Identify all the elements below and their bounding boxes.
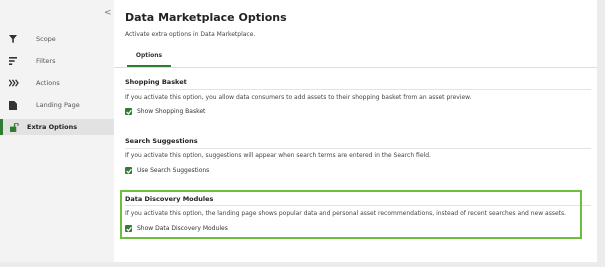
checkbox-row-search-suggestions[interactable]: Use Search Suggestions [125, 167, 209, 174]
active-indicator [0, 119, 3, 135]
sidebar-item-label: Landing Page [36, 101, 80, 109]
checkbox-checked-icon[interactable] [125, 108, 132, 115]
checkbox-label: Show Shopping Basket [137, 108, 206, 115]
section-divider [125, 148, 591, 149]
filter-lines-icon [9, 57, 25, 65]
checkbox-checked-icon[interactable] [125, 167, 132, 174]
sidebar-item-actions[interactable]: Actions [9, 75, 60, 91]
section-title-search-suggestions: Search Suggestions [125, 137, 198, 145]
sidebar-item-label: Filters [36, 57, 56, 65]
sidebar-item-scope[interactable]: Scope [9, 31, 56, 47]
sidebar: < Scope Filters Actions Landing Page Ext… [0, 0, 114, 262]
section-description: If you activate this option, you allow d… [125, 94, 472, 101]
document-icon [9, 100, 25, 110]
page-subtitle: Activate extra options in Data Marketpla… [125, 31, 256, 38]
collapse-sidebar-icon[interactable]: < [104, 8, 112, 18]
sidebar-item-extra-options[interactable]: Extra Options [0, 119, 114, 135]
sidebar-item-filters[interactable]: Filters [9, 53, 55, 69]
section-title-shopping-basket: Shopping Basket [125, 78, 187, 86]
unlock-icon [0, 122, 26, 132]
sidebar-item-label: Extra Options [27, 123, 78, 131]
funnel-icon [9, 35, 25, 43]
chevrons-right-icon [9, 79, 25, 87]
section-divider [125, 89, 591, 90]
page-title: Data Marketplace Options [125, 11, 287, 24]
checkbox-row-shopping-basket[interactable]: Show Shopping Basket [125, 108, 205, 115]
sidebar-item-label: Actions [36, 79, 60, 87]
checkbox-label: Use Search Suggestions [137, 167, 210, 174]
tab-options[interactable]: Options [127, 52, 171, 65]
tabs-divider [114, 67, 597, 68]
sidebar-item-label: Scope [36, 35, 56, 43]
highlight-box [120, 190, 582, 239]
sidebar-item-landing-page[interactable]: Landing Page [9, 97, 80, 113]
section-description: If you activate this option, suggestions… [125, 152, 431, 159]
